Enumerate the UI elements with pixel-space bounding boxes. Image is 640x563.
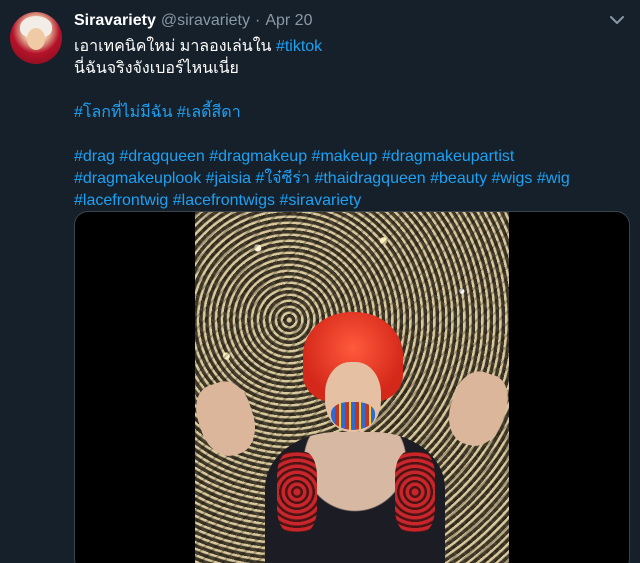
chevron-down-icon[interactable] bbox=[607, 10, 627, 30]
tweet-text: เอาเทคนิคใหม่ มาลองเล่นใน #tiktok นี่ฉันจ… bbox=[74, 36, 626, 212]
hashtag-link[interactable]: #lacefrontwigs bbox=[173, 192, 275, 209]
figure-lace-right bbox=[395, 452, 435, 532]
avatar-face bbox=[27, 28, 45, 50]
media-container[interactable] bbox=[74, 211, 630, 563]
user-handle[interactable]: @siravariety bbox=[161, 12, 250, 30]
hashtag-link[interactable]: #lacefrontwig bbox=[74, 192, 168, 209]
hashtag-link[interactable]: #beauty bbox=[430, 170, 487, 187]
hashtag-link[interactable]: #drag bbox=[74, 148, 115, 165]
video-thumbnail[interactable] bbox=[188, 212, 516, 563]
hashtag-link[interactable]: #ใจ๋ซีร่า bbox=[255, 170, 310, 187]
tweet-line: #drag #dragqueen #dragmakeup #makeup #dr… bbox=[74, 146, 626, 168]
hashtag-link[interactable]: #tiktok bbox=[276, 38, 322, 55]
hashtag-link[interactable]: #wig bbox=[537, 170, 570, 187]
hashtag-link[interactable]: #เลดี้สีดา bbox=[177, 104, 241, 121]
hashtag-link[interactable]: #dragqueen bbox=[119, 148, 204, 165]
hashtag-link[interactable]: #thaidragqueen bbox=[314, 170, 425, 187]
hashtag-link[interactable]: #wigs bbox=[492, 170, 533, 187]
tweet-date[interactable]: Apr 20 bbox=[265, 12, 312, 30]
tweet-line: #โลกที่ไม่มีฉัน #เลดี้สีดา bbox=[74, 102, 626, 124]
separator-dot: · bbox=[255, 12, 261, 29]
hashtag-link[interactable]: #โลกที่ไม่มีฉัน bbox=[74, 104, 173, 121]
tweet-line: เอาเทคนิคใหม่ มาลองเล่นใน #tiktok bbox=[74, 36, 626, 58]
hashtag-link[interactable]: #siravariety bbox=[279, 192, 361, 209]
hashtag-link[interactable]: #jaisia bbox=[206, 170, 251, 187]
hashtag-link[interactable]: #dragmakeuplook bbox=[74, 170, 201, 187]
text-segment: เอาเทคนิคใหม่ มาลองเล่นใน bbox=[74, 38, 276, 55]
figure-lace-left bbox=[277, 452, 317, 532]
avatar[interactable] bbox=[10, 12, 62, 64]
tweet-line: นี่ฉันจริงจังเบอร์ไหนเนี่ย bbox=[74, 58, 626, 80]
tweet-line: #dragmakeuplook #jaisia #ใจ๋ซีร่า #thaid… bbox=[74, 168, 626, 190]
hashtag-link[interactable]: #makeup bbox=[312, 148, 378, 165]
text-segment: นี่ฉันจริงจังเบอร์ไหนเนี่ย bbox=[74, 60, 239, 77]
figure-mask bbox=[331, 402, 375, 430]
tweet: Siravariety @siravariety · Apr 20 เอาเทค… bbox=[0, 0, 640, 563]
tweet-line: #lacefrontwig #lacefrontwigs #siravariet… bbox=[74, 190, 626, 212]
hashtag-link[interactable]: #dragmakeup bbox=[209, 148, 307, 165]
tweet-header: Siravariety @siravariety · Apr 20 bbox=[74, 10, 312, 32]
display-name[interactable]: Siravariety bbox=[74, 12, 156, 30]
hashtag-link[interactable]: #dragmakeupartist bbox=[382, 148, 515, 165]
